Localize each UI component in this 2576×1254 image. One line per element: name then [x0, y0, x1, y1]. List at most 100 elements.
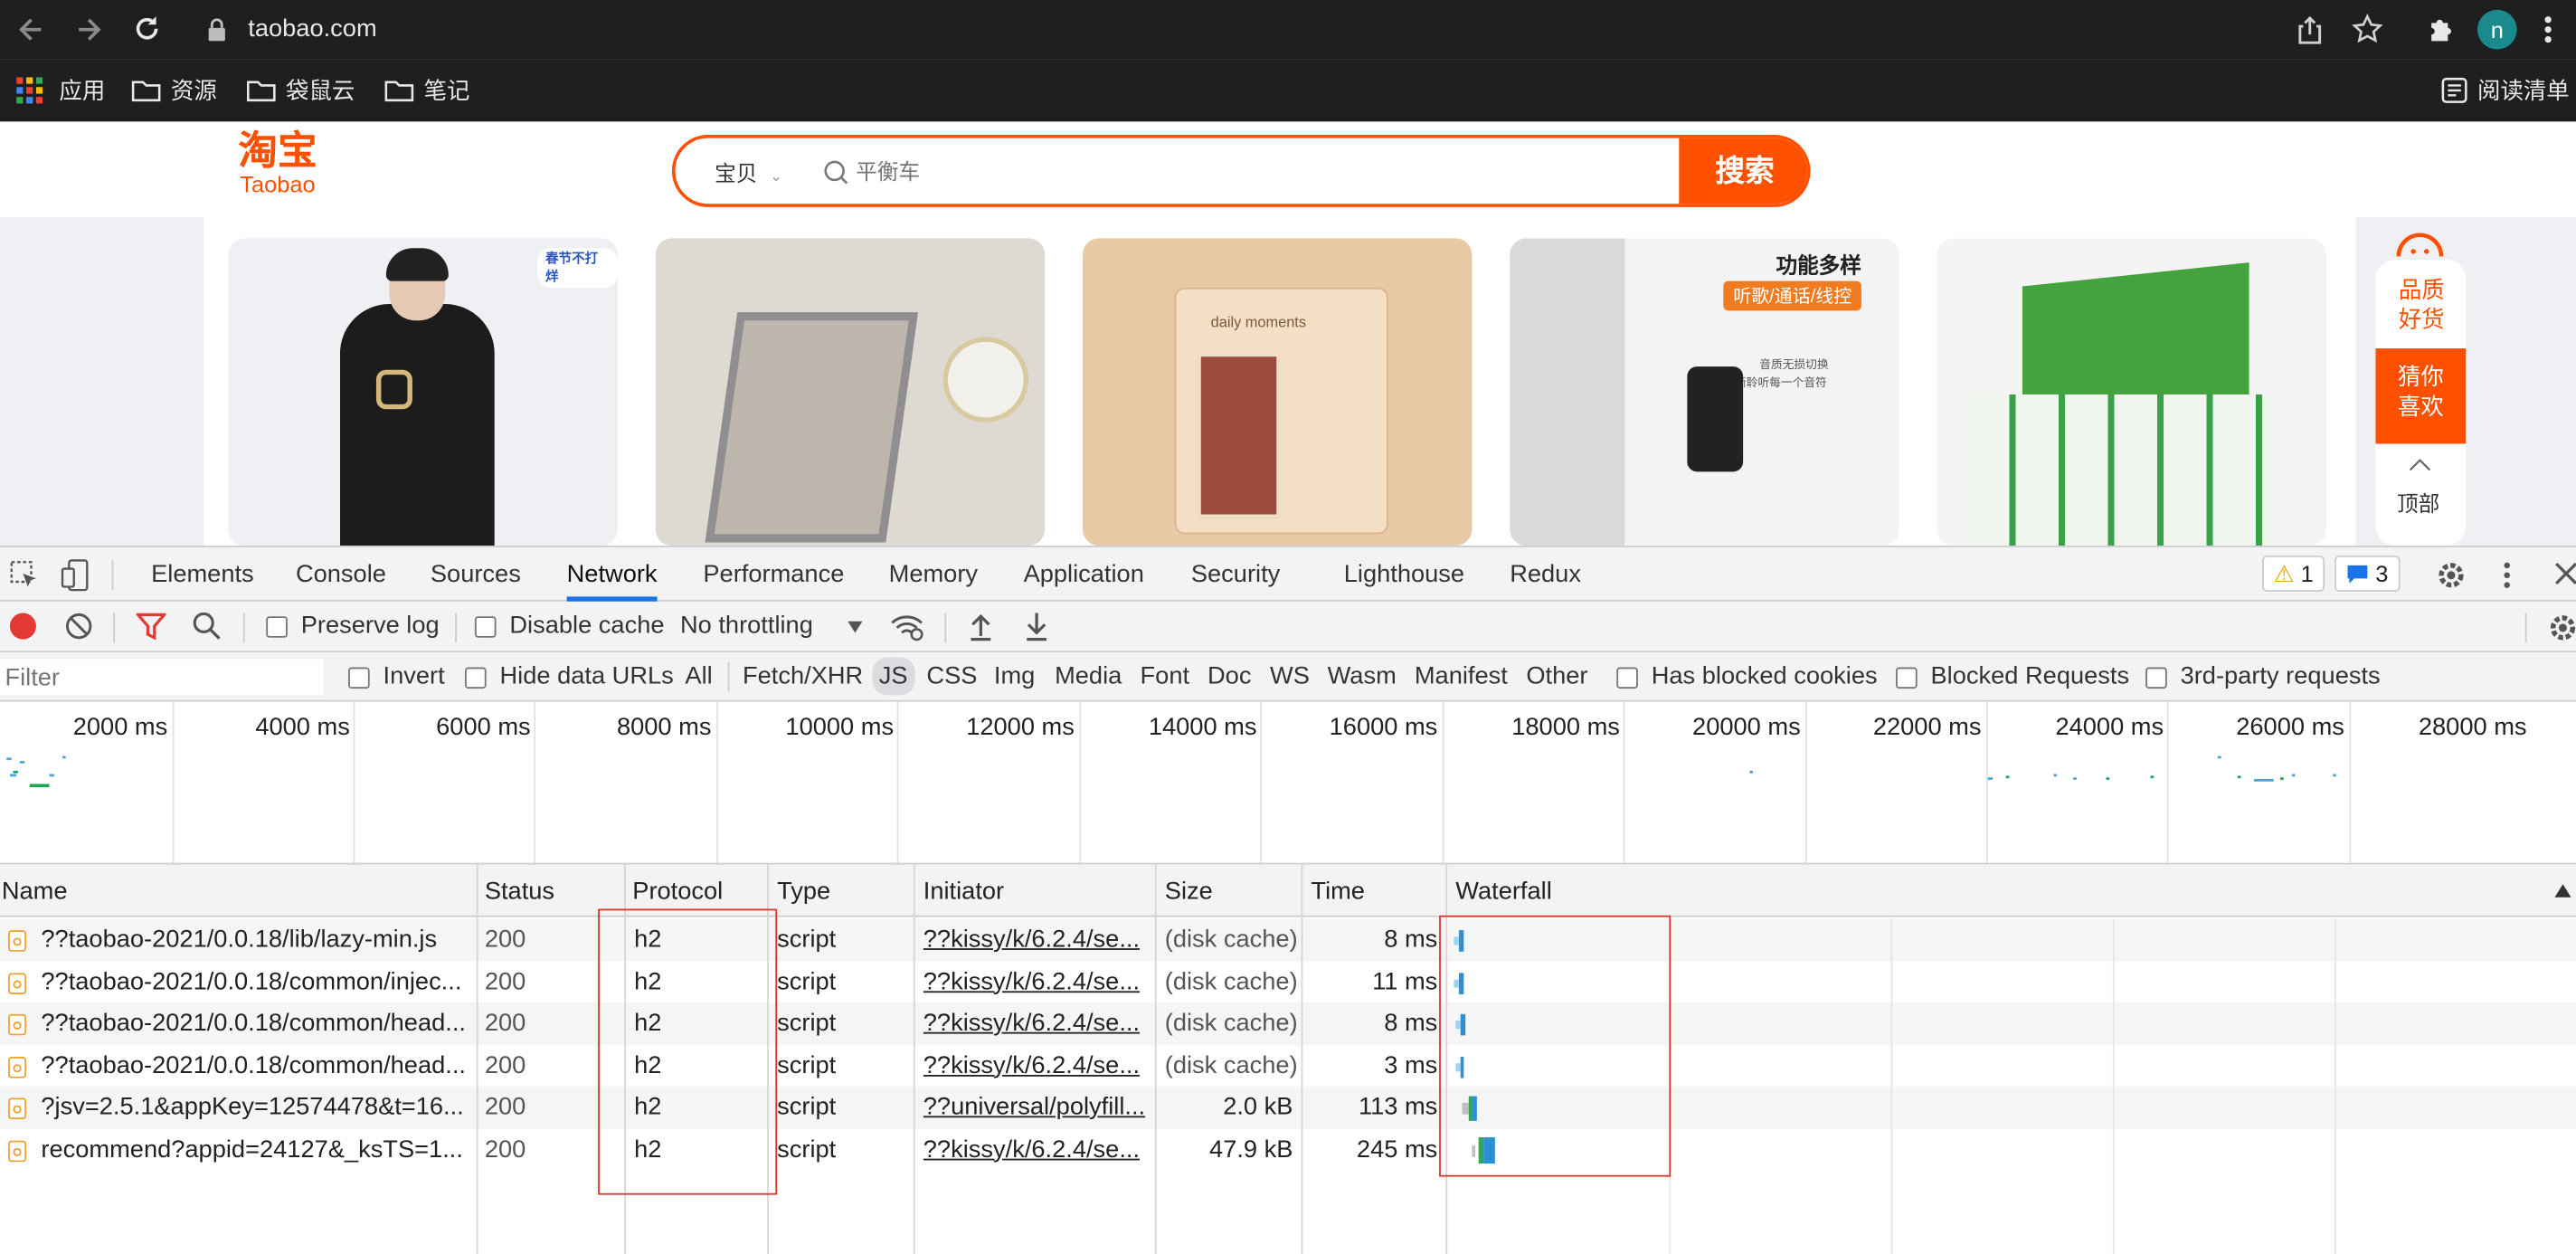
column-header-waterfall[interactable]: Waterfall: [1455, 878, 1551, 906]
tab-network[interactable]: Network: [566, 547, 658, 602]
search-icon[interactable]: [193, 612, 223, 641]
menu-icon[interactable]: [2543, 14, 2553, 46]
type-filter-css[interactable]: CSS: [926, 662, 977, 690]
tab-redux[interactable]: Redux: [1510, 547, 1581, 602]
tab-application[interactable]: Application: [1024, 547, 1144, 602]
disable-cache-checkbox[interactable]: Disable cache: [474, 612, 665, 640]
product-card-photo-frame[interactable]: [655, 238, 1046, 546]
request-initiator-link[interactable]: ??kissy/k/6.2.4/se...: [923, 967, 1149, 995]
warnings-badge[interactable]: ⚠ 1: [2262, 555, 2325, 592]
type-filter-all[interactable]: All: [685, 662, 712, 690]
product-card-acrylic-board[interactable]: daily moments: [1082, 238, 1473, 546]
reading-list-icon: [2441, 77, 2467, 103]
inspect-element-icon[interactable]: [10, 560, 40, 590]
column-header-type[interactable]: Type: [777, 878, 830, 906]
timeline-overview[interactable]: 2000 ms 4000 ms 6000 ms 8000 ms 10000 ms…: [0, 701, 2576, 865]
column-header-status[interactable]: Status: [485, 878, 554, 906]
search-category-select[interactable]: 宝贝 ⌄: [715, 157, 782, 188]
product-card-earphones[interactable]: 功能多样 听歌/通话/线控 音质无损切换 清晰聆听每一个音符: [1510, 238, 1899, 546]
tab-memory[interactable]: Memory: [889, 547, 978, 602]
clear-icon[interactable]: [64, 612, 94, 641]
type-filter-font[interactable]: Font: [1141, 662, 1190, 690]
url-text[interactable]: taobao.com: [248, 14, 376, 43]
reload-icon[interactable]: [129, 12, 164, 46]
bookmark-resources[interactable]: 资源: [131, 72, 217, 109]
invert-checkbox[interactable]: Invert: [348, 662, 445, 690]
table-row[interactable]: recommend?appid=24127&_ksTS=1... 200 h2 …: [0, 1128, 2576, 1171]
reading-list[interactable]: 阅读清单: [2441, 72, 2570, 109]
tab-performance[interactable]: Performance: [703, 547, 844, 602]
column-header-protocol[interactable]: Protocol: [632, 878, 723, 906]
lock-icon[interactable]: [207, 18, 227, 42]
column-header-time[interactable]: Time: [1311, 878, 1365, 906]
sort-ascending-icon[interactable]: [2554, 884, 2571, 898]
column-header-initiator[interactable]: Initiator: [923, 878, 1004, 906]
network-settings-gear-icon[interactable]: [2546, 612, 2576, 644]
taobao-logo[interactable]: 淘宝 Taobao: [230, 131, 325, 195]
table-row[interactable]: ??taobao-2021/0.0.18/common/injec... 200…: [0, 960, 2576, 1003]
type-filter-js[interactable]: JS: [872, 657, 914, 696]
has-blocked-cookies-checkbox[interactable]: Has blocked cookies: [1616, 662, 1878, 690]
tab-security[interactable]: Security: [1191, 547, 1280, 602]
request-initiator-link[interactable]: ??kissy/k/6.2.4/se...: [923, 1009, 1149, 1037]
product-card-drinks[interactable]: [1937, 238, 2326, 546]
request-initiator-link[interactable]: ??kissy/k/6.2.4/se...: [923, 1051, 1149, 1079]
tab-sources[interactable]: Sources: [431, 547, 521, 602]
side-guess-link[interactable]: 猜你喜欢: [2375, 348, 2467, 444]
preserve-log-checkbox[interactable]: Preserve log: [266, 612, 440, 640]
request-initiator-link[interactable]: ??kissy/k/6.2.4/se...: [923, 926, 1149, 954]
tab-console[interactable]: Console: [296, 547, 386, 602]
type-filter-doc[interactable]: Doc: [1208, 662, 1251, 690]
messages-badge[interactable]: 3: [2334, 555, 2401, 592]
type-filter-other[interactable]: Other: [1526, 662, 1587, 690]
side-top-link[interactable]: 顶部: [2397, 487, 2439, 518]
forward-icon[interactable]: [72, 14, 105, 46]
more-options-icon[interactable]: [2502, 559, 2512, 592]
throttling-select[interactable]: No throttling: [680, 612, 867, 640]
profile-avatar[interactable]: n: [2477, 9, 2517, 50]
share-icon[interactable]: [2295, 14, 2325, 44]
table-row[interactable]: ??taobao-2021/0.0.18/lib/lazy-min.js 200…: [0, 918, 2576, 961]
type-filter-wasm[interactable]: Wasm: [1328, 662, 1397, 690]
back-icon[interactable]: [14, 14, 47, 46]
type-filter-ws[interactable]: WS: [1270, 662, 1310, 690]
bookmark-notes[interactable]: 笔记: [384, 72, 469, 109]
third-party-checkbox[interactable]: 3rd-party requests: [2145, 662, 2381, 690]
device-toolbar-icon[interactable]: [61, 559, 93, 592]
search-input[interactable]: [856, 151, 1678, 191]
request-initiator-link[interactable]: ??kissy/k/6.2.4/se...: [923, 1135, 1149, 1163]
bookmark-apps[interactable]: 应用: [16, 72, 105, 109]
blocked-requests-checkbox[interactable]: Blocked Requests: [1896, 662, 2129, 690]
filter-input[interactable]: [0, 659, 324, 696]
side-quality-link[interactable]: 品质好货: [2392, 274, 2451, 333]
record-button[interactable]: [9, 613, 36, 640]
table-row[interactable]: ??taobao-2021/0.0.18/common/head... 200 …: [0, 1044, 2576, 1087]
hide-data-urls-checkbox[interactable]: Hide data URLs: [465, 662, 674, 690]
requests-table: Name Status Protocol Type Initiator Size…: [0, 864, 2576, 1254]
settings-gear-icon[interactable]: [2435, 559, 2467, 592]
export-har-icon[interactable]: [1024, 612, 1050, 641]
address-bar: taobao.com n: [0, 0, 2576, 60]
column-header-size[interactable]: Size: [1165, 878, 1213, 906]
filter-funnel-icon[interactable]: [136, 613, 166, 641]
tab-lighthouse[interactable]: Lighthouse: [1344, 547, 1464, 602]
request-initiator-link[interactable]: ??universal/polyfill...: [923, 1093, 1149, 1121]
type-filter-img[interactable]: Img: [994, 662, 1035, 690]
table-row[interactable]: ?jsv=2.5.1&appKey=12574478&t=16... 200 h…: [0, 1086, 2576, 1129]
type-filter-fetch-xhr[interactable]: Fetch/XHR: [743, 662, 863, 690]
extensions-icon[interactable]: [2425, 14, 2458, 46]
close-devtools-icon[interactable]: [2554, 562, 2576, 585]
tab-elements[interactable]: Elements: [151, 547, 254, 602]
type-filter-manifest[interactable]: Manifest: [1415, 662, 1508, 690]
search-button[interactable]: 搜索: [1679, 138, 1807, 204]
network-conditions-icon[interactable]: [890, 612, 926, 641]
product-card-coat[interactable]: 春节不打烊: [228, 238, 618, 546]
script-file-icon: [8, 1013, 27, 1036]
column-header-name[interactable]: Name: [2, 878, 68, 906]
table-row[interactable]: ??taobao-2021/0.0.18/common/head... 200 …: [0, 1002, 2576, 1045]
request-time: 8 ms: [1384, 925, 1438, 954]
import-har-icon[interactable]: [968, 612, 994, 641]
bookmark-kangaroo-cloud[interactable]: 袋鼠云: [246, 72, 355, 109]
type-filter-media[interactable]: Media: [1055, 662, 1122, 690]
star-icon[interactable]: [2351, 14, 2383, 46]
